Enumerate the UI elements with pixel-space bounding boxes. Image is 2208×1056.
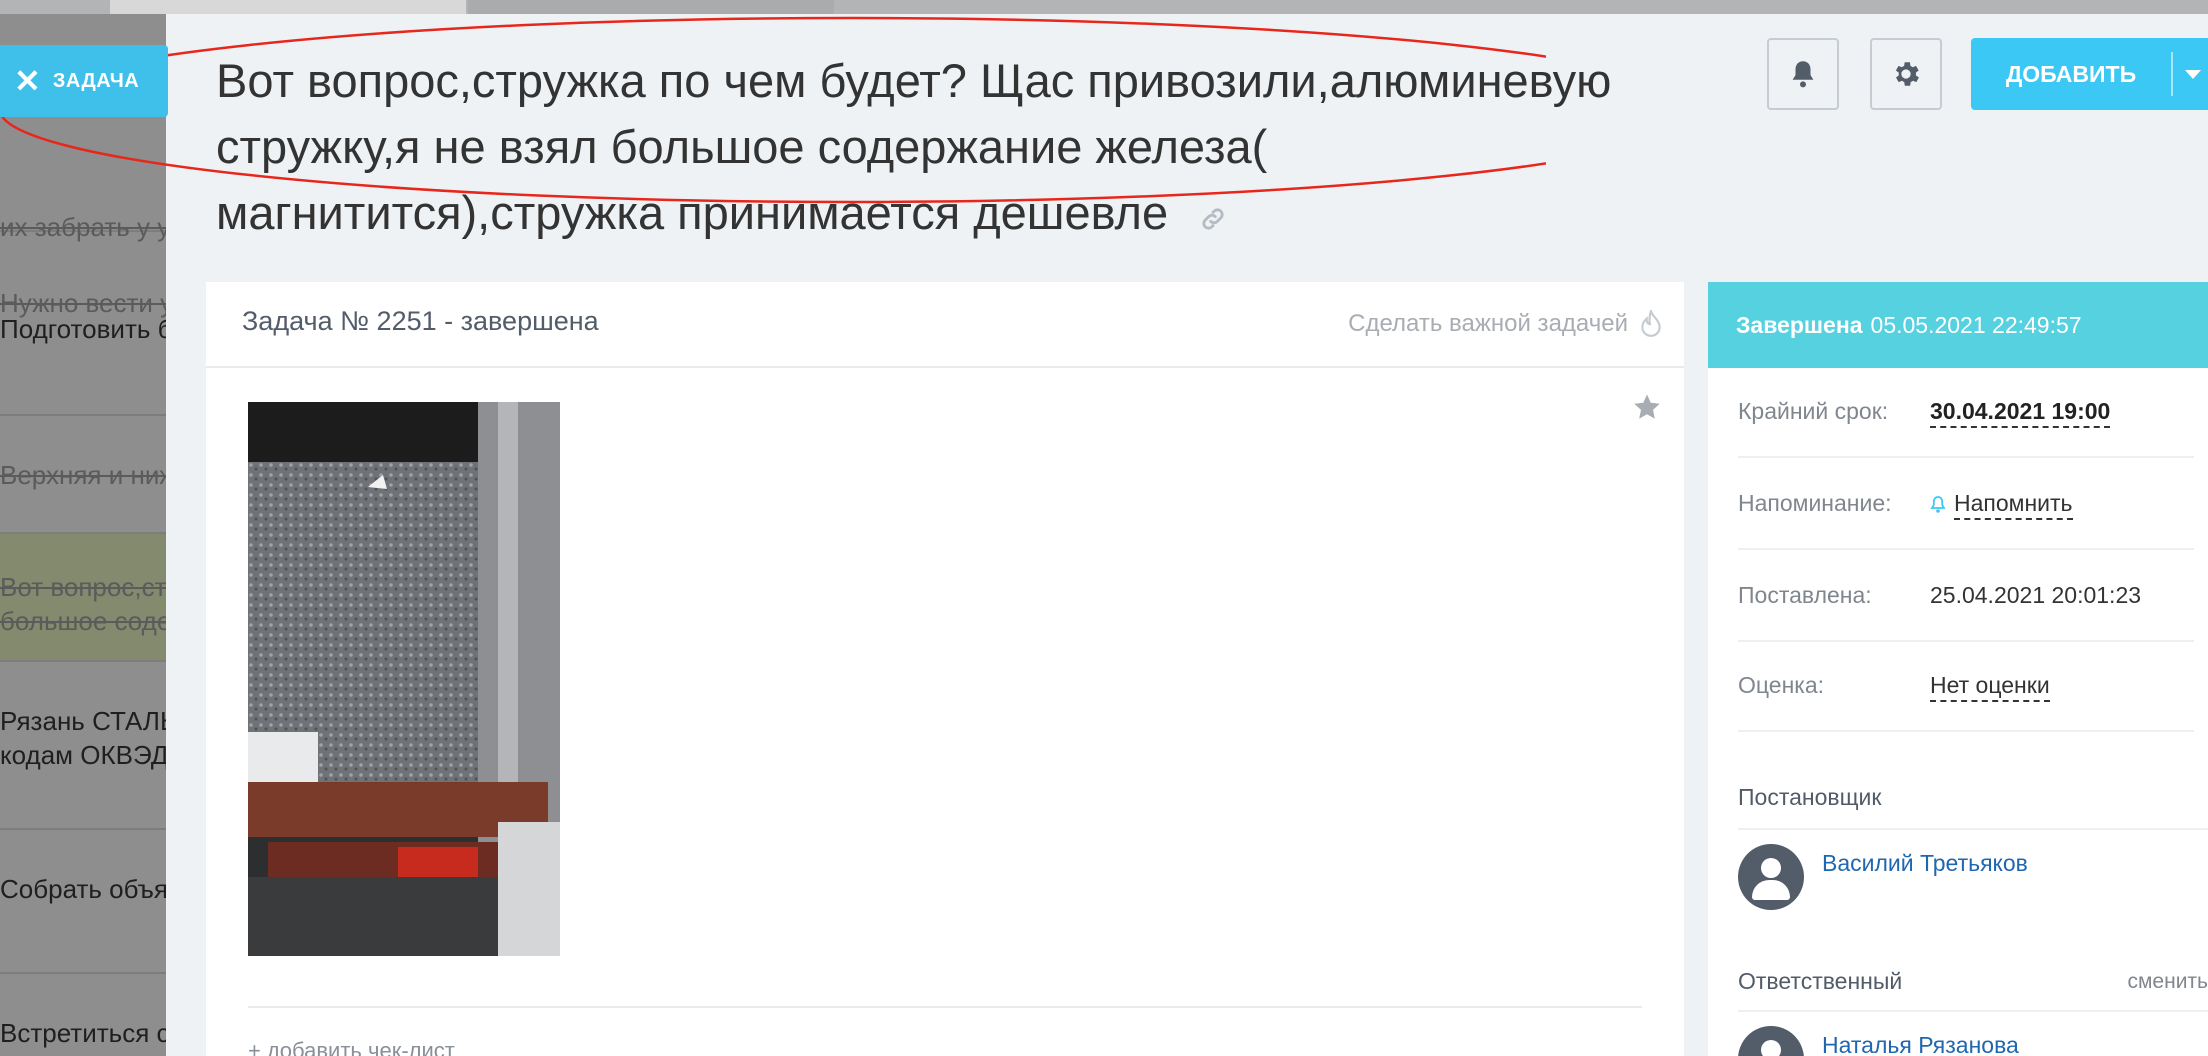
close-icon: ✕ — [14, 63, 41, 99]
rating-row: Оценка: Нет оценки — [1738, 642, 2194, 732]
list-item-text: Вот вопрос,ст — [0, 572, 167, 602]
task-title-line: стружку,я не взял большое содержание жел… — [216, 120, 1268, 173]
creator-name-link[interactable]: Василий Третьяков — [1822, 850, 2028, 877]
responsible-label: Ответственный — [1738, 968, 1903, 994]
close-task-label: ЗАДАЧА — [52, 69, 140, 92]
task-card: Задача № 2251 - завершена Сделать важной… — [206, 282, 1684, 1056]
list-item-text: Встретиться с — [0, 1018, 170, 1048]
list-item-text: Верхняя и ниж — [0, 460, 170, 490]
notification-button[interactable] — [1767, 38, 1839, 110]
add-button[interactable]: ДОБАВИТЬ — [1971, 38, 2208, 110]
task-sidebar: Завершена 05.05.2021 22:49:57 Крайний ср… — [1708, 282, 2208, 1056]
creator-person: Василий Третьяков — [1738, 844, 2028, 910]
divider — [1738, 1010, 2208, 1012]
add-button-label: ДОБАВИТЬ — [2005, 60, 2137, 87]
link-icon[interactable] — [1199, 184, 1227, 250]
rating-label: Оценка: — [1738, 672, 1825, 698]
star-icon[interactable] — [1632, 392, 1662, 422]
task-slider-panel: Вот вопрос,стружка по чем будет? Щас при… — [0, 14, 2208, 1056]
responsible-name-link[interactable]: Наталья Рязанова — [1822, 1032, 2019, 1056]
card-header: Задача № 2251 - завершена Сделать важной… — [206, 282, 1684, 368]
list-item-text: их забрать у у — [0, 212, 170, 242]
list-item-text: Подготовить б — [0, 314, 170, 344]
background-tab — [468, 0, 834, 14]
chevron-down-icon[interactable] — [2185, 69, 2201, 79]
reminder-row: Напоминание: Напомнить — [1738, 460, 2194, 550]
list-item-text: кодам ОКВЭД — [0, 740, 169, 770]
flame-icon — [1641, 310, 1661, 337]
list-item[interactable]: Встретиться с — [0, 974, 170, 1056]
status-date: 05.05.2021 22:49:57 — [1870, 311, 2082, 338]
bell-icon — [1792, 61, 1814, 88]
list-item-selected[interactable]: Вот вопрос,ст большое соде — [0, 534, 170, 662]
gear-icon — [1895, 62, 1919, 86]
divider — [1738, 828, 2208, 830]
background-task-list: Нужно вести учёт их забрать у у Подготов… — [0, 14, 170, 1056]
list-item[interactable]: Подготовить б — [0, 270, 170, 416]
status-label: Завершена — [1736, 311, 1863, 338]
list-item[interactable]: Собрать объя — [0, 830, 170, 974]
avatar[interactable] — [1738, 844, 1804, 910]
list-item-text: большое соде — [0, 606, 170, 636]
background-tab-active — [110, 0, 466, 14]
divider — [2171, 52, 2173, 96]
settings-button[interactable] — [1870, 38, 1942, 110]
deadline-row: Крайний срок: 30.04.2021 19:00 — [1738, 368, 2194, 458]
list-item[interactable]: Верхняя и ниж — [0, 416, 170, 534]
reminder-label: Напоминание: — [1738, 490, 1892, 516]
attached-photo[interactable] — [248, 402, 560, 956]
make-important-link[interactable]: Сделать важной задачей — [1348, 310, 1662, 338]
list-item-text: Собрать объя — [0, 874, 168, 904]
status-bar: Завершена 05.05.2021 22:49:57 — [1708, 282, 2208, 368]
add-checklist-link[interactable]: + добавить чек-лист — [248, 1038, 455, 1056]
make-important-label: Сделать важной задачей — [1348, 310, 1628, 337]
rating-value[interactable]: Нет оценки — [1930, 672, 2050, 702]
reminder-link[interactable]: Напомнить — [1930, 490, 2073, 520]
deadline-label: Крайний срок: — [1738, 398, 1889, 424]
created-row: Поставлена: 25.04.2021 20:01:23 — [1738, 552, 2194, 642]
creator-label: Постановщик — [1738, 784, 1882, 810]
list-item[interactable]: Рязань СТАЛЬ кодам ОКВЭД — [0, 662, 170, 830]
created-label: Поставлена: — [1738, 582, 1872, 608]
deadline-value[interactable]: 30.04.2021 19:00 — [1930, 398, 2111, 428]
responsible-person: Наталья Рязанова — [1738, 1026, 2019, 1056]
list-item-text: Рязань СТАЛЬ — [0, 706, 170, 736]
task-title: Вот вопрос,стружка по чем будет? Щас при… — [216, 48, 1776, 250]
close-task-button[interactable]: ✕ ЗАДАЧА — [0, 45, 168, 117]
bell-icon — [1930, 496, 1946, 513]
change-responsible-link[interactable]: сменить — [2127, 970, 2208, 994]
avatar[interactable] — [1738, 1026, 1804, 1056]
task-title-line: Вот вопрос,стружка по чем будет? Щас при… — [216, 54, 1612, 107]
task-title-line: магнитится),стружка принимается дешевле — [216, 186, 1169, 239]
divider — [248, 1006, 1642, 1008]
photo-image — [248, 402, 560, 956]
created-value: 25.04.2021 20:01:23 — [1930, 582, 2142, 608]
reminder-value: Напомнить — [1954, 490, 2073, 520]
task-number-status: Задача № 2251 - завершена — [242, 306, 599, 336]
